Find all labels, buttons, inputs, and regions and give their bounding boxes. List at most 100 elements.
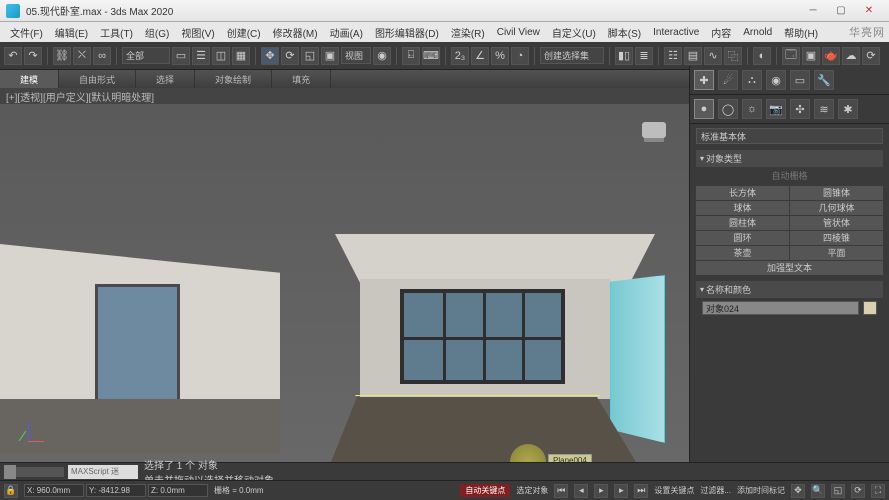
object-color-swatch[interactable] (863, 301, 877, 315)
object-type-rollout[interactable]: 对象类型 (696, 150, 883, 167)
goto-start-button[interactable]: ⏮ (554, 484, 568, 498)
ribbon-tab-populate[interactable]: 填充 (272, 70, 331, 88)
motion-tab[interactable]: ◉ (766, 70, 786, 90)
named-selection-dropdown[interactable]: 创建选择集 (540, 47, 604, 64)
mirror-button[interactable]: ▮▯ (615, 47, 633, 65)
prim-cylinder[interactable]: 圆柱体 (696, 216, 789, 230)
menu-view[interactable]: 视图(V) (175, 25, 220, 40)
spinner-snap-button[interactable]: ◔ (511, 47, 529, 65)
close-button[interactable]: ✕ (855, 2, 883, 20)
window-crossing-button[interactable]: ▦ (232, 47, 250, 65)
align-button[interactable]: ≣ (635, 47, 653, 65)
prim-box[interactable]: 长方体 (696, 186, 789, 200)
menu-file[interactable]: 文件(F) (4, 25, 49, 40)
schematic-view-button[interactable]: ⿻ (724, 47, 742, 65)
zoom-extents-button[interactable]: ◱ (831, 484, 845, 498)
next-frame-button[interactable]: ▸ (614, 484, 628, 498)
prim-torus[interactable]: 圆环 (696, 231, 789, 245)
helpers-button[interactable]: ✣ (790, 99, 810, 119)
refcoord-dropdown[interactable]: 视图 (341, 47, 371, 64)
category-dropdown[interactable]: 标准基本体 (696, 128, 883, 144)
lock-selection-button[interactable]: 🔒 (4, 484, 18, 498)
use-pivot-button[interactable]: ◉ (373, 47, 391, 65)
minimize-button[interactable]: ─ (799, 2, 827, 20)
menu-modifier[interactable]: 修改器(M) (267, 25, 324, 40)
maximize-viewport-button[interactable]: ⛶ (871, 484, 885, 498)
prim-sphere[interactable]: 球体 (696, 201, 789, 215)
menu-content[interactable]: 内容 (705, 25, 737, 40)
select-object-button[interactable]: ▭ (172, 47, 190, 65)
redo-button[interactable]: ↷ (24, 47, 42, 65)
name-color-rollout[interactable]: 名称和颜色 (696, 281, 883, 298)
prim-geosphere[interactable]: 几何球体 (790, 201, 883, 215)
ribbon-tab-modeling[interactable]: 建模 (0, 70, 59, 88)
maxscript-listener[interactable]: MAXScript 迷 (68, 465, 138, 479)
undo-button[interactable]: ↶ (4, 47, 22, 65)
shapes-button[interactable]: ◯ (718, 99, 738, 119)
menu-edit[interactable]: 编辑(E) (49, 25, 94, 40)
menu-arnold[interactable]: Arnold (737, 27, 778, 38)
link-button[interactable]: ⛓ (53, 47, 71, 65)
spacewarps-button[interactable]: ≋ (814, 99, 834, 119)
angle-snap-button[interactable]: ∠ (471, 47, 489, 65)
ribbon-tab-paint[interactable]: 对象绘制 (195, 70, 272, 88)
prim-plane[interactable]: 平面 (790, 246, 883, 260)
hierarchy-tab[interactable]: ⛬ (742, 70, 762, 90)
goto-end-button[interactable]: ⏭ (634, 484, 648, 498)
menu-group[interactable]: 组(G) (139, 25, 175, 40)
rotate-button[interactable]: ⟳ (281, 47, 299, 65)
selection-filter-dropdown[interactable]: 全部 (122, 47, 170, 64)
zoom-button[interactable]: 🔍 (811, 484, 825, 498)
coord-z[interactable]: Z: 0.0mm (148, 484, 208, 497)
setkey-button[interactable]: 设置关键点 (654, 485, 694, 496)
key-filters-button[interactable]: 过滤器... (700, 485, 731, 496)
prim-tube[interactable]: 管状体 (790, 216, 883, 230)
perspective-viewport[interactable]: Plane004 (0, 104, 689, 462)
lights-button[interactable]: ☼ (742, 99, 762, 119)
display-tab[interactable]: ▭ (790, 70, 810, 90)
maximize-button[interactable]: ▢ (827, 2, 855, 20)
orbit-button[interactable]: ⟳ (851, 484, 865, 498)
render-frame-button[interactable]: ▣ (802, 47, 820, 65)
autogrid-label[interactable]: 自动栅格 (696, 167, 883, 184)
ribbon-tab-selection[interactable]: 选择 (136, 70, 195, 88)
ribbon-tab-freeform[interactable]: 自由形式 (59, 70, 136, 88)
autokey-button[interactable]: 自动关键点 (460, 484, 510, 497)
selected-filter[interactable]: 选定对象 (516, 485, 548, 496)
render-setup-button[interactable]: 🗔 (782, 47, 800, 65)
select-region-button[interactable]: ◫ (212, 47, 230, 65)
cameras-button[interactable]: 📷 (766, 99, 786, 119)
render-button[interactable]: 🫖 (822, 47, 840, 65)
object-name-input[interactable] (702, 301, 859, 315)
viewcube[interactable] (637, 122, 671, 156)
create-tab[interactable]: ✚ (694, 70, 714, 90)
menu-tools[interactable]: 工具(T) (94, 25, 139, 40)
curve-editor-button[interactable]: ∿ (704, 47, 722, 65)
scale-button[interactable]: ◱ (301, 47, 319, 65)
layer-explorer-button[interactable]: ☷ (664, 47, 682, 65)
play-button[interactable]: ▸ (594, 484, 608, 498)
open-render-button[interactable]: ⟳ (862, 47, 880, 65)
utilities-tab[interactable]: 🔧 (814, 70, 834, 90)
time-slider[interactable] (4, 467, 64, 477)
select-by-name-button[interactable]: ☰ (192, 47, 210, 65)
unlink-button[interactable]: ⛌ (73, 47, 91, 65)
toggle-ribbon-button[interactable]: ▤ (684, 47, 702, 65)
viewport-label[interactable]: [+][透视][用户定义][默认明暗处理] (6, 89, 154, 104)
geometry-button[interactable]: ● (694, 99, 714, 119)
snap-toggle-button[interactable]: 2₃ (451, 47, 469, 65)
menu-interactive[interactable]: Interactive (647, 27, 705, 38)
bind-button[interactable]: ∞ (93, 47, 111, 65)
prim-teapot[interactable]: 茶壶 (696, 246, 789, 260)
placement-button[interactable]: ▣ (321, 47, 339, 65)
menu-civilview[interactable]: Civil View (491, 27, 546, 38)
pan-view-button[interactable]: ✥ (791, 484, 805, 498)
menu-help[interactable]: 帮助(H) (778, 25, 824, 40)
prim-pyramid[interactable]: 四棱锥 (790, 231, 883, 245)
menu-anim[interactable]: 动画(A) (324, 25, 369, 40)
coord-y[interactable]: Y: -8412.98 (86, 484, 146, 497)
prim-textplus[interactable]: 加强型文本 (696, 261, 883, 275)
prev-frame-button[interactable]: ◂ (574, 484, 588, 498)
move-button[interactable]: ✥ (261, 47, 279, 65)
material-editor-button[interactable]: ◐ (753, 47, 771, 65)
